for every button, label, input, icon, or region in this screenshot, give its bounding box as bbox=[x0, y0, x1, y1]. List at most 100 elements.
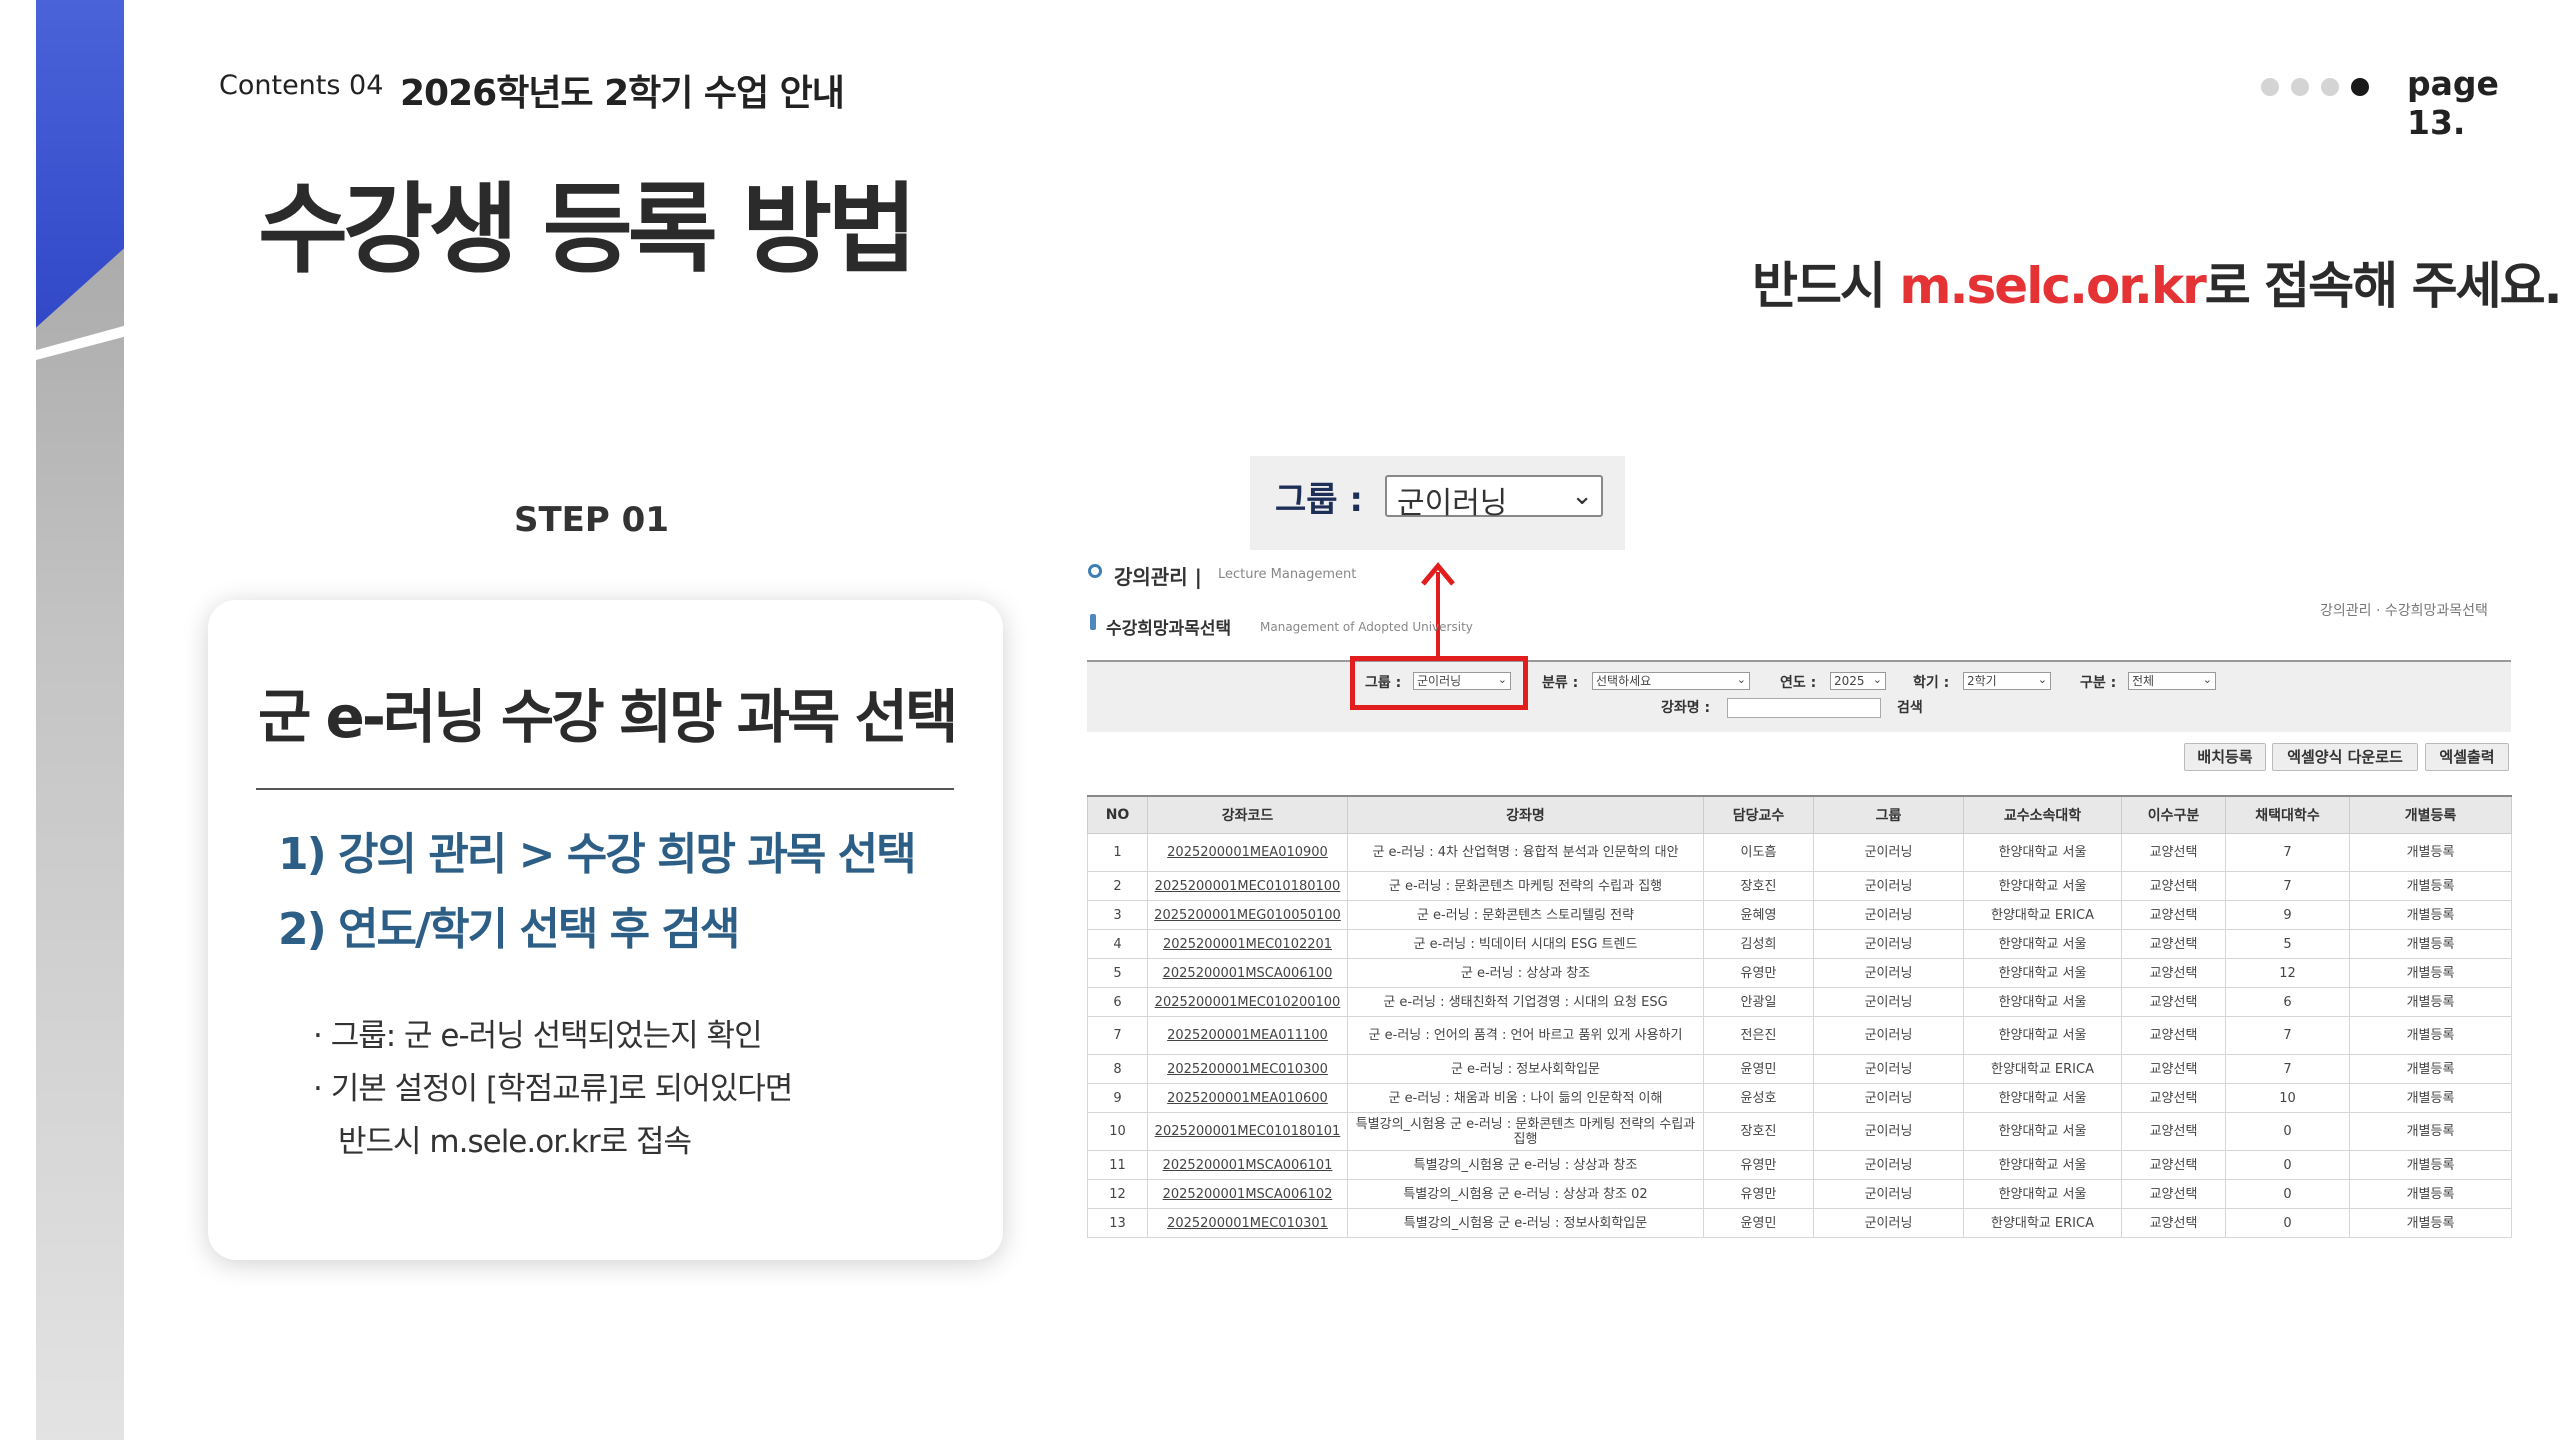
individual-register-link[interactable]: 개별등록 bbox=[2349, 900, 2512, 930]
course-code-link[interactable]: 2025200001MEA010600 bbox=[1147, 1083, 1348, 1113]
table-cell: 안광일 bbox=[1703, 987, 1814, 1017]
table-cell: 특별강의_시험용 군 e-러닝 : 문화콘텐츠 마케팅 전략의 수립과 집행 bbox=[1347, 1112, 1704, 1151]
card-note: · 그룹: 군 e-러닝 선택되었는지 확인 bbox=[313, 1018, 763, 1054]
table-row[interactable]: 9 2025200001MEA010600 군 e-러닝 : 채움과 비움 : 나이… bbox=[1087, 1083, 2512, 1113]
zoom-group-dropdown[interactable]: 군이러닝 ⌄ bbox=[1385, 475, 1603, 521]
table-row[interactable]: 4 2025200001MEC0102201 군 e-러닝 : 빅데이터 시대의 E… bbox=[1087, 929, 2512, 959]
term-select[interactable]: 2학기 ⌄ bbox=[1963, 672, 2051, 690]
notice-prefix: 반드시 bbox=[1752, 257, 1900, 315]
table-row[interactable]: 2 2025200001MEC010180100 군 e-러닝 : 문화콘텐츠 마케… bbox=[1087, 871, 2512, 901]
table-cell: 군 e-러닝 : 채움과 비움 : 나이 듦의 인문학적 이해 bbox=[1347, 1083, 1704, 1113]
course-name-label: 강좌명 : bbox=[1661, 700, 1711, 716]
course-code-link[interactable]: 2025200001MEC010300 bbox=[1147, 1054, 1348, 1084]
table-cell: 교양선택 bbox=[2121, 1208, 2226, 1238]
table-cell: 군이러닝 bbox=[1813, 958, 1964, 988]
individual-register-link[interactable]: 개별등록 bbox=[2349, 1208, 2512, 1238]
table-cell: 10 bbox=[2225, 1083, 2350, 1113]
zoom-group-label: 그룹 : bbox=[1275, 480, 1363, 520]
table-row[interactable]: 7 2025200001MEA011100 군 e-러닝 : 언어의 품격 : 언어… bbox=[1087, 1016, 2512, 1055]
table-cell: 유영만 bbox=[1703, 1179, 1814, 1209]
course-code-link[interactable]: 2025200001MEG010050100 bbox=[1147, 900, 1348, 930]
category-label: 분류 : bbox=[1542, 675, 1579, 691]
search-button[interactable]: 검색 bbox=[1897, 697, 1923, 717]
course-table: NO 강좌코드 강좌명 담당교수 그룹 교수소속대학 이수구분 채택대학수 개별등록 1 2025… bbox=[1087, 795, 2512, 1238]
table-cell: 교양선택 bbox=[2121, 1054, 2226, 1084]
table-cell: 10 bbox=[1087, 1112, 1148, 1151]
course-name-input[interactable] bbox=[1727, 698, 1881, 718]
individual-register-link[interactable]: 개별등록 bbox=[2349, 1016, 2512, 1055]
table-cell: 7 bbox=[2225, 1054, 2350, 1084]
individual-register-link[interactable]: 개별등록 bbox=[2349, 871, 2512, 901]
table-cell: 김성희 bbox=[1703, 929, 1814, 959]
excel-form-download-button[interactable]: 엑셀양식 다운로드 bbox=[2272, 743, 2418, 771]
excel-export-button[interactable]: 엑셀출력 bbox=[2425, 743, 2509, 771]
individual-register-link[interactable]: 개별등록 bbox=[2349, 1054, 2512, 1084]
course-code-link[interactable]: 2025200001MEA010900 bbox=[1147, 833, 1348, 872]
individual-register-link[interactable]: 개별등록 bbox=[2349, 1112, 2512, 1151]
table-cell: 한양대학교 서울 bbox=[1963, 929, 2122, 959]
table-row[interactable]: 5 2025200001MSCA006100 군 e-러닝 : 상상과 창조 유영만 군… bbox=[1087, 958, 2512, 988]
table-cell: 12 bbox=[2225, 958, 2350, 988]
section-subtitle: Lecture Management bbox=[1218, 567, 1357, 582]
table-cell: 한양대학교 서울 bbox=[1963, 987, 2122, 1017]
table-cell: 교양선택 bbox=[2121, 1150, 2226, 1180]
individual-register-link[interactable]: 개별등록 bbox=[2349, 1150, 2512, 1180]
table-cell: 군 e-러닝 : 정보사회학입문 bbox=[1347, 1054, 1704, 1084]
individual-register-link[interactable]: 개별등록 bbox=[2349, 833, 2512, 872]
table-cell: 교양선택 bbox=[2121, 1083, 2226, 1113]
course-code-link[interactable]: 2025200001MEC010180101 bbox=[1147, 1112, 1348, 1151]
type-select[interactable]: 전체 ⌄ bbox=[2128, 672, 2216, 690]
card-step-1: 1) 강의 관리 > 수강 희망 과목 선택 bbox=[278, 829, 917, 880]
page-dot-active bbox=[2351, 78, 2369, 96]
individual-register-link[interactable]: 개별등록 bbox=[2349, 987, 2512, 1017]
step-label: STEP 01 bbox=[514, 500, 669, 540]
table-cell: 군이러닝 bbox=[1813, 1112, 1964, 1151]
course-code-link[interactable]: 2025200001MEA011100 bbox=[1147, 1016, 1348, 1055]
zoomed-group-select: 그룹 : 군이러닝 ⌄ bbox=[1250, 456, 1625, 550]
course-code-link[interactable]: 2025200001MEC010200100 bbox=[1147, 987, 1348, 1017]
chevron-down-icon: ⌄ bbox=[1872, 673, 1882, 686]
individual-register-link[interactable]: 개별등록 bbox=[2349, 1179, 2512, 1209]
column-header: NO bbox=[1087, 795, 1148, 834]
zoom-group-value: 군이러닝 bbox=[1397, 486, 1508, 521]
course-code-link[interactable]: 2025200001MSCA006102 bbox=[1147, 1179, 1348, 1209]
table-cell: 8 bbox=[1087, 1054, 1148, 1084]
page-indicator-dots bbox=[2261, 78, 2369, 96]
card-divider bbox=[256, 788, 954, 790]
table-row[interactable]: 12 2025200001MSCA006102 특별강의_시험용 군 e-러닝 : … bbox=[1087, 1179, 2512, 1209]
year-select[interactable]: 2025 ⌄ bbox=[1830, 672, 1886, 690]
table-cell: 군 e-러닝 : 생태친화적 기업경영 : 시대의 요청 ESG bbox=[1347, 987, 1704, 1017]
course-code-link[interactable]: 2025200001MEC010301 bbox=[1147, 1208, 1348, 1238]
course-code-link[interactable]: 2025200001MSCA006101 bbox=[1147, 1150, 1348, 1180]
table-row[interactable]: 10 2025200001MEC010180101 특별강의_시험용 군 e-러닝 … bbox=[1087, 1112, 2512, 1151]
table-row[interactable]: 13 2025200001MEC010301 특별강의_시험용 군 e-러닝 : 정… bbox=[1087, 1208, 2512, 1238]
chevron-down-icon: ⌄ bbox=[2202, 673, 2212, 686]
table-row[interactable]: 11 2025200001MSCA006101 특별강의_시험용 군 e-러닝 : … bbox=[1087, 1150, 2512, 1180]
table-row[interactable]: 3 2025200001MEG010050100 군 e-러닝 : 문화콘텐츠 스토… bbox=[1087, 900, 2512, 930]
individual-register-link[interactable]: 개별등록 bbox=[2349, 1083, 2512, 1113]
course-code-link[interactable]: 2025200001MEC0102201 bbox=[1147, 929, 1348, 959]
table-cell: 교양선택 bbox=[2121, 1179, 2226, 1209]
table-cell: 4 bbox=[1087, 929, 1148, 959]
table-cell: 0 bbox=[2225, 1208, 2350, 1238]
individual-register-link[interactable]: 개별등록 bbox=[2349, 958, 2512, 988]
table-cell: 군 e-러닝 : 4차 산업혁명 : 융합적 분석과 인문학의 대안 bbox=[1347, 833, 1704, 872]
table-cell: 군 e-러닝 : 문화콘텐츠 마케팅 전략의 수립과 집행 bbox=[1347, 871, 1704, 901]
individual-register-link[interactable]: 개별등록 bbox=[2349, 929, 2512, 959]
table-row[interactable]: 6 2025200001MEC010200100 군 e-러닝 : 생태친화적 기업… bbox=[1087, 987, 2512, 1017]
table-cell: 군이러닝 bbox=[1813, 1179, 1964, 1209]
table-cell: 한양대학교 서울 bbox=[1963, 1083, 2122, 1113]
batch-register-button[interactable]: 배치등록 bbox=[2184, 743, 2266, 771]
course-code-link[interactable]: 2025200001MSCA006100 bbox=[1147, 958, 1348, 988]
page-subtitle: Management of Adopted University bbox=[1260, 620, 1473, 634]
course-code-link[interactable]: 2025200001MEC010180100 bbox=[1147, 871, 1348, 901]
category-select[interactable]: 선택하세요 ⌄ bbox=[1592, 672, 1750, 690]
table-cell: 7 bbox=[2225, 871, 2350, 901]
arrow-up-icon bbox=[1421, 562, 1455, 586]
table-cell: 9 bbox=[2225, 900, 2350, 930]
chevron-down-icon: ⌄ bbox=[2037, 673, 2047, 686]
section-title: 강의관리 | bbox=[1114, 565, 1202, 589]
table-row[interactable]: 1 2025200001MEA010900 군 e-러닝 : 4차 산업혁명 : 융… bbox=[1087, 833, 2512, 872]
table-row[interactable]: 8 2025200001MEC010300 군 e-러닝 : 정보사회학입문 윤영민 군… bbox=[1087, 1054, 2512, 1084]
table-cell: 3 bbox=[1087, 900, 1148, 930]
